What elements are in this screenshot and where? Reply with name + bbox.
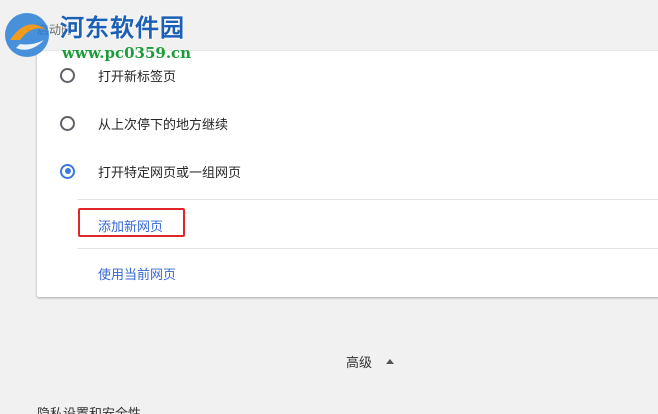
privacy-section-title: 隐私设置和安全性 — [37, 403, 141, 414]
option-label: 打开特定网页或一组网页 — [98, 165, 242, 181]
startup-card: 打开新标签页 从上次停下的地方继续 打开特定网页或一组网页 添加新网页 使用当前… — [37, 51, 658, 297]
watermark: 河东软件园 www.pc0359.cn — [0, 4, 215, 66]
option-label: 打开新标签页 — [98, 69, 177, 85]
option-specific-pages[interactable]: 打开特定网页或一组网页 — [37, 147, 658, 195]
divider — [77, 248, 658, 249]
use-current-pages-link[interactable]: 使用当前网页 — [98, 264, 176, 283]
highlight-box — [78, 208, 185, 237]
advanced-toggle[interactable]: 高级 — [346, 352, 395, 371]
divider — [77, 199, 658, 200]
settings-page: 启动时 打开新标签页 从上次停下的地方继续 打开特定网页或一组网页 添加新网页 … — [0, 0, 658, 414]
watermark-url: www.pc0359.cn — [62, 44, 192, 62]
radio-icon[interactable] — [60, 67, 75, 83]
watermark-logo-icon — [5, 13, 49, 57]
option-label: 从上次停下的地方继续 — [98, 117, 229, 133]
triangle-up-icon — [386, 359, 395, 364]
radio-checked-icon[interactable] — [60, 163, 75, 179]
watermark-title: 河东软件园 — [60, 13, 185, 42]
advanced-label: 高级 — [346, 356, 373, 371]
option-continue[interactable]: 从上次停下的地方继续 — [37, 99, 658, 147]
radio-icon[interactable] — [60, 115, 75, 131]
